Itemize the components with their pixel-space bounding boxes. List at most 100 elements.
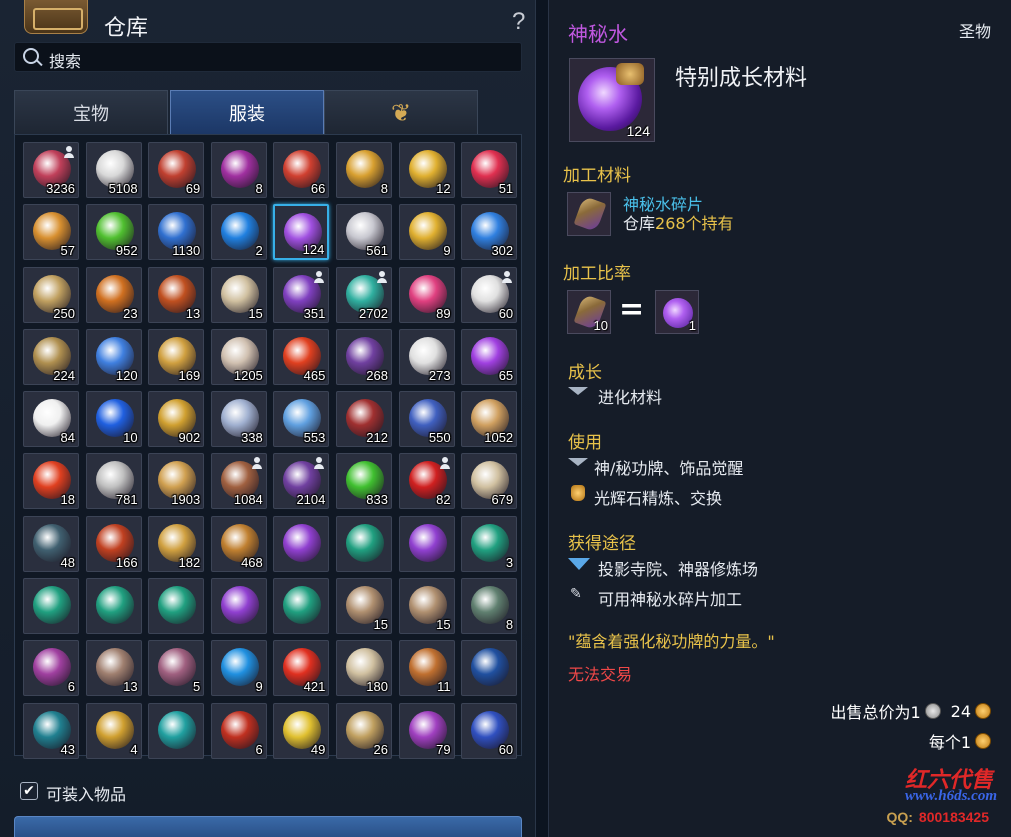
item-slot[interactable]: 250: [23, 266, 79, 323]
item-slot[interactable]: 1903: [148, 453, 205, 510]
warehouse-panel: 仓库 ? 搜索 宝物 服装 ❦ 3236 5108 69 8 66 8 12 51 57 952 1…: [0, 0, 536, 837]
item-icon: [345, 150, 384, 188]
craft-icon: ✎: [570, 586, 582, 602]
item-slot[interactable]: 9: [210, 640, 267, 697]
item-slot[interactable]: 468: [210, 515, 267, 572]
item-slot[interactable]: [273, 578, 330, 635]
item-slot[interactable]: 8: [210, 142, 267, 198]
item-slot[interactable]: 5: [148, 640, 205, 697]
item-slot[interactable]: 273: [398, 328, 455, 385]
item-slot[interactable]: 124: [273, 204, 330, 261]
item-slot[interactable]: 79: [398, 702, 455, 759]
item-slot[interactable]: 15: [210, 266, 267, 323]
item-slot[interactable]: 8: [461, 578, 518, 635]
item-slot[interactable]: 268: [335, 328, 392, 385]
item-slot[interactable]: 2104: [273, 453, 330, 510]
item-slot[interactable]: [273, 515, 330, 572]
item-slot[interactable]: 66: [273, 142, 330, 198]
item-slot[interactable]: 3: [461, 515, 518, 572]
item-slot[interactable]: [23, 578, 79, 635]
item-slot[interactable]: 120: [85, 328, 142, 385]
item-count: 468: [241, 554, 263, 570]
item-slot[interactable]: 2702: [335, 266, 392, 323]
material-stock: 仓库268个持有: [623, 210, 734, 234]
item-slot[interactable]: [335, 515, 392, 572]
item-slot[interactable]: 82: [398, 453, 455, 510]
item-slot[interactable]: 1052: [461, 391, 518, 448]
item-slot[interactable]: 550: [398, 391, 455, 448]
item-slot[interactable]: 69: [148, 142, 205, 198]
item-slot[interactable]: 952: [85, 204, 142, 261]
item-slot[interactable]: 10: [85, 391, 142, 448]
item-slot[interactable]: 15: [335, 578, 392, 635]
item-slot[interactable]: 48: [23, 515, 79, 572]
item-slot[interactable]: 351: [273, 266, 330, 323]
item-slot[interactable]: [461, 640, 518, 697]
item-slot[interactable]: 13: [85, 640, 142, 697]
item-slot[interactable]: 9: [398, 204, 455, 261]
character-bound-icon: [501, 270, 513, 283]
item-count: 833: [366, 492, 388, 508]
item-slot[interactable]: 84: [23, 391, 79, 448]
item-slot[interactable]: 65: [461, 328, 518, 385]
item-slot[interactable]: [148, 702, 205, 759]
item-slot[interactable]: 49: [273, 702, 330, 759]
item-slot[interactable]: 51: [461, 142, 518, 198]
item-slot[interactable]: 465: [273, 328, 330, 385]
item-slot[interactable]: 180: [335, 640, 392, 697]
item-count: 1130: [172, 243, 201, 259]
item-slot[interactable]: 166: [85, 515, 142, 572]
storable-items-checkbox[interactable]: ✔: [20, 782, 38, 800]
item-slot[interactable]: [210, 578, 267, 635]
item-slot[interactable]: 18: [23, 453, 79, 510]
item-slot[interactable]: 8: [335, 142, 392, 198]
item-slot[interactable]: 781: [85, 453, 142, 510]
item-slot[interactable]: 302: [461, 204, 518, 261]
item-slot[interactable]: 12: [398, 142, 455, 198]
item-slot[interactable]: 224: [23, 328, 79, 385]
tab-costume[interactable]: 服装: [170, 90, 324, 134]
sell-total-gold: 24: [950, 701, 971, 721]
item-slot[interactable]: 23: [85, 266, 142, 323]
item-slot[interactable]: 212: [335, 391, 392, 448]
item-slot[interactable]: 561: [335, 204, 392, 261]
item-slot[interactable]: 169: [148, 328, 205, 385]
item-slot[interactable]: 60: [461, 702, 518, 759]
item-slot[interactable]: 2: [210, 204, 267, 261]
item-slot[interactable]: [85, 578, 142, 635]
item-slot[interactable]: 553: [273, 391, 330, 448]
item-slot[interactable]: 833: [335, 453, 392, 510]
item-slot[interactable]: 57: [23, 204, 79, 261]
item-slot[interactable]: [398, 515, 455, 572]
tab-wings[interactable]: ❦: [324, 90, 478, 134]
item-count: 89: [436, 305, 451, 321]
item-slot[interactable]: 1130: [148, 204, 205, 261]
item-slot[interactable]: 1084: [210, 453, 267, 510]
item-slot[interactable]: 13: [148, 266, 205, 323]
item-slot[interactable]: 421: [273, 640, 330, 697]
item-slot[interactable]: 338: [210, 391, 267, 448]
item-slot[interactable]: 679: [461, 453, 518, 510]
material-icon: [567, 192, 611, 236]
item-slot[interactable]: 6: [23, 640, 79, 697]
item-slot[interactable]: 902: [148, 391, 205, 448]
item-slot[interactable]: [148, 578, 205, 635]
item-slot[interactable]: 11: [398, 640, 455, 697]
item-slot[interactable]: 3236: [23, 142, 79, 198]
bottom-action-button[interactable]: [14, 816, 522, 837]
item-count: 351: [303, 305, 326, 321]
item-slot[interactable]: 6: [210, 702, 267, 759]
item-slot[interactable]: 43: [23, 702, 79, 759]
item-slot[interactable]: 15: [398, 578, 455, 635]
item-count: 465: [303, 367, 326, 383]
item-slot[interactable]: 182: [148, 515, 205, 572]
help-icon[interactable]: ?: [512, 8, 525, 36]
item-slot[interactable]: 26: [335, 702, 392, 759]
item-slot[interactable]: 5108: [85, 142, 142, 198]
item-slot[interactable]: 1205: [210, 328, 267, 385]
search-input[interactable]: 搜索: [14, 42, 522, 72]
item-slot[interactable]: 89: [398, 266, 455, 323]
tab-treasure[interactable]: 宝物: [14, 90, 168, 134]
item-slot[interactable]: 4: [85, 702, 142, 759]
item-slot[interactable]: 60: [461, 266, 518, 323]
